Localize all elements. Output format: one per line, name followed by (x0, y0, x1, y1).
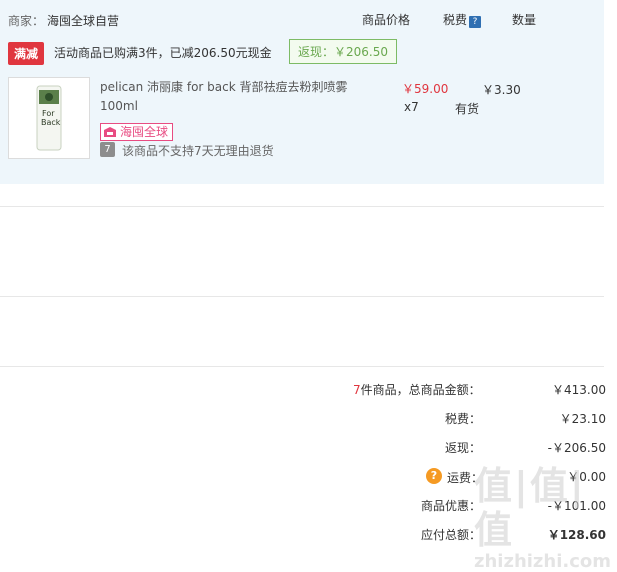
payable-value: ￥128.60 (547, 528, 606, 542)
summary-count: 7件商品，总商品金额： (353, 381, 481, 398)
product-title[interactable]: pelican 沛丽康 for back 背部祛痘去粉刺喷雾 100ml (100, 78, 352, 116)
payable-label: 应付总额： (420, 528, 481, 542)
column-price: 商品价格 (362, 13, 411, 27)
total-goods-value: ￥413.00 (552, 383, 606, 397)
promo-tag: 满减 (8, 42, 45, 65)
item-count-label: 件商品，总商品金额： (360, 383, 481, 397)
item-count: 7 (353, 383, 361, 397)
divider-2 (0, 296, 604, 297)
shipping-value: ￥0.00 (567, 470, 606, 484)
global-store-label: 海囤全球 (120, 125, 169, 139)
discount-value: -￥101.00 (547, 499, 606, 513)
product-qty: x7 (404, 100, 419, 114)
global-store-badge: 海囤全球 (100, 123, 174, 141)
tax-help-icon[interactable]: ? (469, 16, 482, 28)
stock-status: 有货 (455, 102, 480, 116)
tax-value: ￥23.10 (559, 412, 606, 426)
merchant-label: 商家： (8, 14, 45, 28)
column-tax: 税费? (443, 11, 482, 28)
store-icon (104, 127, 116, 137)
promo-text: 活动商品已购满3件，已减206.50元现金 (54, 46, 272, 60)
product-tax: ￥3.30 (482, 83, 521, 97)
column-qty: 数量 (512, 13, 537, 27)
column-tax-label: 税费 (443, 13, 468, 27)
no-return-icon: 7 (100, 142, 115, 157)
product-image: For Back (36, 85, 62, 151)
product-thumb-line-1: For (42, 109, 55, 118)
discount-label: 商品优惠： (420, 499, 481, 513)
shipping-help-icon[interactable]: ? (426, 468, 442, 484)
cashback-label: 返现： (444, 441, 481, 455)
merchant-name[interactable]: 海囤全球自营 (47, 12, 119, 29)
divider-1 (0, 206, 604, 207)
return-note: 该商品不支持7天无理由退货 (122, 144, 274, 158)
cashback-value: -￥206.50 (547, 441, 606, 455)
watermark-site: zhizhizhi.com (474, 551, 612, 572)
product-thumb-line-2: Back (41, 118, 61, 127)
divider-3 (0, 366, 604, 367)
product-thumbnail[interactable]: For Back (8, 77, 90, 159)
product-price: ￥59.00 (402, 82, 449, 96)
shipping-label: 运费： (447, 471, 484, 485)
cashback-badge: 返现：￥206.50 (289, 39, 397, 64)
tax-label: 税费： (444, 412, 481, 426)
